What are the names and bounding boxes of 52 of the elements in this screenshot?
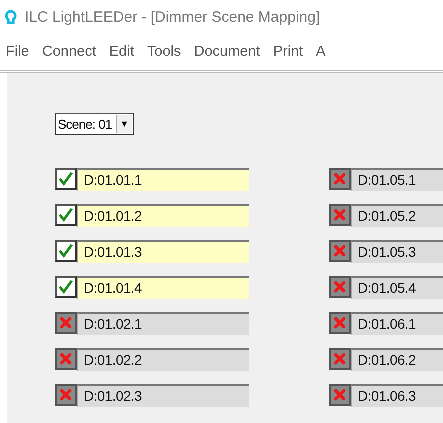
mapping-toggle[interactable] [55,348,77,370]
mapping-toggle[interactable] [55,384,77,406]
cross-icon [334,209,346,221]
cross-icon [334,173,346,185]
window-title: ILC LightLEEDer - [Dimmer Scene Mapping] [25,8,320,26]
cross-icon [334,245,346,257]
mapping-toggle[interactable] [329,168,351,190]
cross-icon [334,353,346,365]
lightbulb-icon [5,10,17,24]
mapping-toggle[interactable] [329,384,351,406]
dimmer-label: D:01.05.4 [351,276,443,299]
mapping-toggle[interactable] [329,276,351,298]
menu-item[interactable]: Tools [147,44,182,60]
dimmer-label: D:01.05.3 [351,240,443,263]
dimmer-label: D:01.05.1 [351,168,443,191]
cross-icon [334,281,346,293]
dimmer-label: D:01.01.3 [77,240,249,263]
dimmer-label: D:01.02.3 [77,384,249,407]
menu-item[interactable]: A [316,44,326,60]
mapping-toggle[interactable] [55,312,77,334]
dimmer-label: D:01.01.1 [77,168,249,191]
menu-item[interactable]: Print [273,44,304,60]
mapping-toggle[interactable] [329,240,351,262]
menu-item[interactable]: File [6,44,30,60]
menu-item[interactable]: Edit [109,44,134,60]
mapping-toggle[interactable] [329,312,351,334]
dimmer-label: D:01.06.1 [351,312,443,335]
dimmer-label: D:01.02.2 [77,348,249,371]
cross-icon [334,389,346,401]
checkmark-icon [58,244,74,258]
dimmer-label: D:01.06.2 [351,348,443,371]
mapping-toggle[interactable] [55,240,77,262]
checkmark-icon [58,172,74,186]
menu-item[interactable]: Document [194,44,260,60]
checkmark-icon [58,280,74,294]
dimmer-label: D:01.01.2 [77,204,249,227]
scene-dropdown[interactable]: Scene: 01 ▼ [55,113,134,135]
mapping-toggle[interactable] [55,276,77,298]
menu-item[interactable]: Connect [42,44,96,60]
mapping-toggle[interactable] [55,168,77,190]
cross-icon [60,353,72,365]
mapping-toggle[interactable] [329,348,351,370]
mapping-toggle[interactable] [55,204,77,226]
cross-icon [60,317,72,329]
mapping-toggle[interactable] [329,204,351,226]
cross-icon [334,317,346,329]
dimmer-label: D:01.05.2 [351,204,443,227]
dimmer-label: D:01.02.1 [77,312,249,335]
dimmer-label: D:01.01.4 [77,276,249,299]
cross-icon [60,389,72,401]
checkmark-icon [58,208,74,222]
dimmer-label: D:01.06.3 [351,384,443,407]
